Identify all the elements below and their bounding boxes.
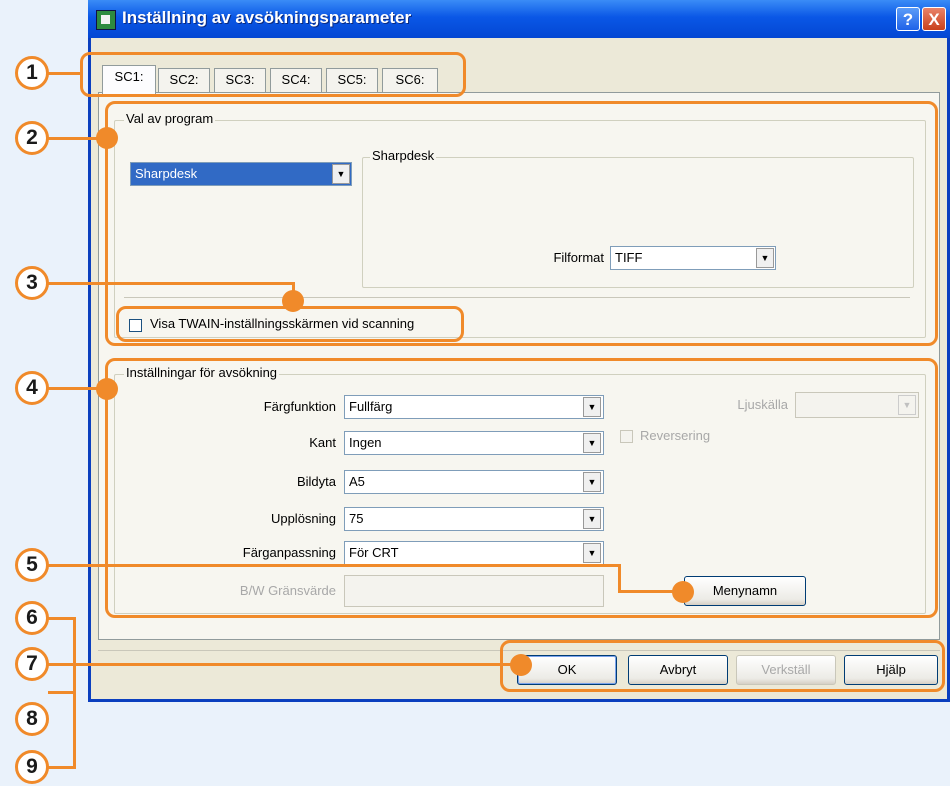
bracket-8 bbox=[48, 691, 76, 694]
callout-number-3: 3 bbox=[15, 266, 49, 300]
callout-line-1 bbox=[48, 72, 82, 75]
callout-box-4 bbox=[105, 358, 938, 618]
bracket-bottom bbox=[48, 766, 76, 769]
callout-box-buttons bbox=[500, 640, 945, 692]
bracket-top bbox=[48, 617, 76, 620]
callout-dot-2 bbox=[96, 127, 118, 149]
callout-number-8: 8 bbox=[15, 702, 49, 736]
callout-number-7: 7 bbox=[15, 647, 49, 681]
close-title-button[interactable]: X bbox=[922, 7, 946, 31]
callout-dot-3 bbox=[282, 290, 304, 312]
window-title: Inställning av avsökningsparameter bbox=[122, 8, 412, 27]
callout-dot-4 bbox=[96, 378, 118, 400]
help-title-button[interactable]: ? bbox=[896, 7, 920, 31]
callout-dot-7 bbox=[510, 654, 532, 676]
tab-sc1[interactable]: SC1: bbox=[102, 65, 156, 94]
callout-line-5b bbox=[618, 564, 621, 592]
callout-number-6: 6 bbox=[15, 601, 49, 635]
scanner-app-icon bbox=[96, 10, 116, 30]
callout-dot-5 bbox=[672, 581, 694, 603]
callout-line-5 bbox=[48, 564, 620, 567]
callout-number-5: 5 bbox=[15, 548, 49, 582]
callout-line-3 bbox=[48, 282, 294, 285]
callout-number-9: 9 bbox=[15, 750, 49, 784]
callout-line-7 bbox=[48, 663, 522, 666]
callout-number-2: 2 bbox=[15, 121, 49, 155]
callout-number-1: 1 bbox=[15, 56, 49, 90]
callout-number-4: 4 bbox=[15, 371, 49, 405]
